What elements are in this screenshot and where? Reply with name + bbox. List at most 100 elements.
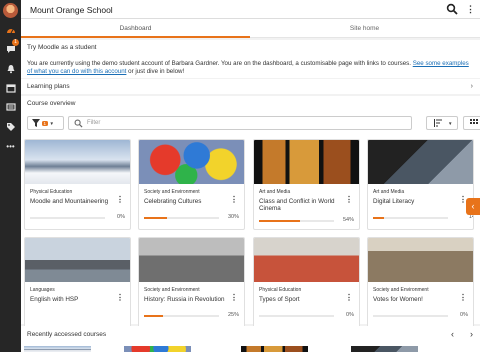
- progress-label: 25%: [227, 312, 239, 318]
- course-title[interactable]: History: Russia in Revolution: [144, 296, 230, 303]
- try-moodle-text: You are currently using the demo student…: [27, 60, 473, 76]
- user-menu-kebab-icon[interactable]: ⋮: [466, 3, 475, 15]
- course-card[interactable]: Art and Media Digital Literacy ⋮ 14: [367, 139, 474, 230]
- course-card[interactable]: Society and Environment Celebrating Cult…: [138, 139, 245, 230]
- course-image[interactable]: [139, 140, 244, 184]
- course-title[interactable]: Types of Sport: [259, 296, 345, 303]
- filter-placeholder: Filter: [87, 120, 101, 126]
- filter-icon: [32, 119, 40, 127]
- progress-label: 0%: [117, 214, 125, 220]
- course-title[interactable]: Votes for Women!: [373, 296, 459, 303]
- recently-accessed-block: Recently accessed courses ‹ ›: [21, 326, 480, 352]
- progress-bar: [373, 315, 448, 317]
- dashboard-icon[interactable]: [4, 24, 17, 37]
- search-icon: [74, 119, 83, 128]
- progress-bar: [373, 217, 448, 219]
- course-card[interactable]: Society and Environment History: Russia …: [138, 237, 245, 328]
- course-category: Society and Environment: [144, 189, 200, 195]
- recent-course-image[interactable]: [351, 346, 418, 352]
- intro-text: You are currently using the demo student…: [27, 60, 411, 67]
- filter-count-badge: 1: [42, 120, 48, 126]
- progress-label: 0%: [346, 312, 354, 318]
- course-overview-block: Course overview 1 ▼ Filter ▼ ▼ Physical …: [21, 96, 480, 328]
- sort-button[interactable]: ▼: [426, 116, 458, 130]
- course-category: Physical Education: [30, 189, 73, 195]
- course-actions-kebab-icon[interactable]: ⋮: [116, 195, 124, 204]
- course-card[interactable]: Art and Media Class and Conflict in Worl…: [253, 139, 360, 230]
- course-image[interactable]: [25, 140, 130, 184]
- top-navbar: Mount Orange School ⋮: [21, 0, 480, 19]
- more-icon[interactable]: •••: [4, 140, 17, 153]
- course-category: Art and Media: [259, 189, 291, 195]
- sort-icon: [434, 119, 442, 127]
- chevron-left-icon[interactable]: ‹: [451, 329, 454, 339]
- course-image[interactable]: [254, 238, 359, 282]
- calendar-icon[interactable]: [4, 81, 17, 94]
- course-title[interactable]: Moodle and Mountaineering: [30, 198, 116, 205]
- course-category: Languages: [30, 287, 55, 293]
- course-card[interactable]: Physical Education Moodle and Mountainee…: [24, 139, 131, 230]
- chevron-right-icon[interactable]: ›: [471, 83, 473, 90]
- course-title[interactable]: English with HSP: [30, 296, 116, 303]
- site-name[interactable]: Mount Orange School: [30, 5, 113, 15]
- progress-label: 30%: [227, 214, 239, 220]
- progress-bar: [259, 220, 334, 222]
- tab-dashboard[interactable]: Dashboard: [21, 19, 250, 38]
- course-category: Society and Environment: [144, 287, 200, 293]
- course-image[interactable]: [368, 238, 473, 282]
- recent-course-image[interactable]: [24, 346, 91, 352]
- course-title[interactable]: Class and Conflict in World Cinema: [259, 198, 345, 212]
- progress-label: 0%: [460, 312, 468, 318]
- learning-plans-heading: Learning plans: [27, 83, 70, 90]
- progress-bar: [30, 217, 105, 219]
- drawer-toggle-chevron-left-icon[interactable]: ‹: [466, 198, 480, 215]
- notifications-icon[interactable]: [4, 62, 17, 75]
- course-image[interactable]: [368, 140, 473, 184]
- progress-label: 54%: [342, 217, 354, 223]
- dive-in-text: or just dive in below!: [128, 68, 185, 75]
- course-actions-kebab-icon[interactable]: ⋮: [345, 293, 353, 302]
- course-category: Physical Education: [259, 287, 302, 293]
- caret-down-icon: ▼: [448, 120, 453, 126]
- course-category: Society and Environment: [373, 287, 429, 293]
- course-title[interactable]: Celebrating Cultures: [144, 198, 230, 205]
- progress-bar: [144, 217, 219, 219]
- course-card[interactable]: Languages English with HSP ⋮: [24, 237, 131, 328]
- course-category: Art and Media: [373, 189, 405, 195]
- course-actions-kebab-icon[interactable]: ⋮: [116, 293, 124, 302]
- course-card[interactable]: Society and Environment Votes for Women!…: [367, 237, 474, 328]
- course-image[interactable]: [25, 238, 130, 282]
- dashboard-tabs: Dashboard Site home: [21, 19, 480, 38]
- course-title[interactable]: Digital Literacy: [373, 198, 459, 205]
- user-avatar[interactable]: [3, 3, 18, 18]
- course-image[interactable]: [254, 140, 359, 184]
- learning-plans-block[interactable]: Learning plans ›: [21, 79, 480, 94]
- course-overview-heading: Course overview: [27, 100, 76, 107]
- messages-badge: 1: [12, 39, 19, 46]
- course-card[interactable]: Physical Education Types of Sport ⋮ 0%: [253, 237, 360, 328]
- course-actions-kebab-icon[interactable]: ⋮: [459, 293, 467, 302]
- progress-bar: [259, 315, 334, 317]
- files-icon[interactable]: [4, 100, 17, 113]
- recent-course-image[interactable]: [124, 346, 191, 352]
- view-mode-button[interactable]: ▼: [463, 116, 480, 130]
- course-image[interactable]: [139, 238, 244, 282]
- badges-icon[interactable]: [4, 120, 17, 133]
- messages-icon[interactable]: 1: [4, 39, 19, 55]
- try-moodle-block: Try Moodle as a student You are currentl…: [21, 40, 480, 78]
- progress-bar: [144, 315, 219, 317]
- course-actions-kebab-icon[interactable]: ⋮: [230, 293, 238, 302]
- caret-down-icon: ▼: [49, 120, 54, 126]
- recently-accessed-heading: Recently accessed courses: [27, 331, 107, 338]
- course-actions-kebab-icon[interactable]: ⋮: [345, 195, 353, 204]
- recent-course-image[interactable]: [241, 346, 308, 352]
- search-icon[interactable]: [446, 3, 458, 15]
- course-actions-kebab-icon[interactable]: ⋮: [230, 195, 238, 204]
- grouping-filter-button[interactable]: 1 ▼: [27, 116, 64, 130]
- course-filter-input[interactable]: Filter: [68, 116, 412, 130]
- chevron-right-icon[interactable]: ›: [470, 329, 473, 339]
- grid-view-icon: [470, 119, 478, 124]
- tab-site-home[interactable]: Site home: [250, 19, 479, 38]
- try-moodle-heading: Try Moodle as a student: [27, 44, 97, 51]
- left-nav-rail: 1 •••: [0, 0, 21, 352]
